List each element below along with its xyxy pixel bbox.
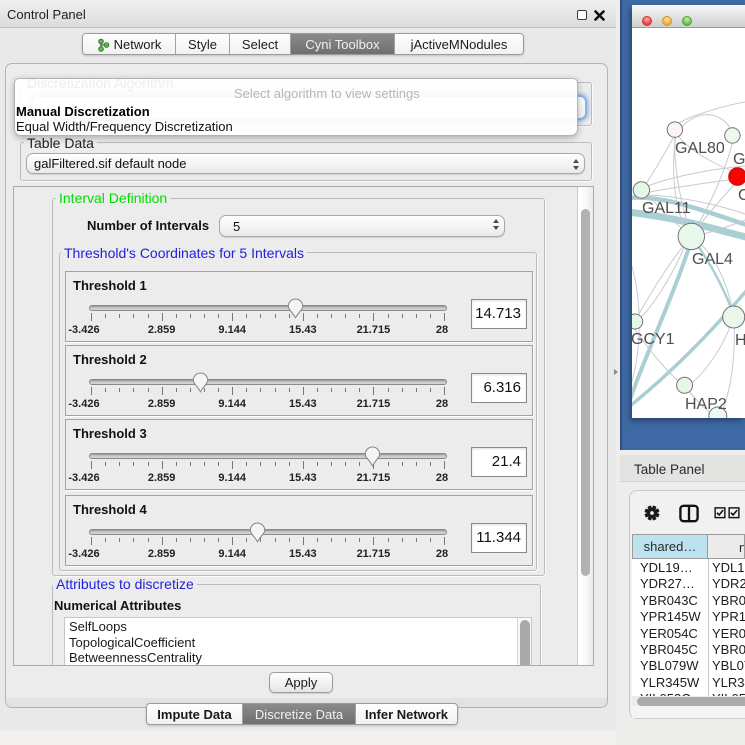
svg-text:GAL80: GAL80 [675, 140, 725, 157]
svg-text:C: C [738, 187, 745, 204]
svg-text:GAL4: GAL4 [692, 251, 733, 268]
svg-text:HAP2: HAP2 [685, 396, 727, 413]
svg-text:GAL11: GAL11 [642, 200, 691, 217]
svg-text:H: H [735, 332, 745, 349]
svg-text:GA: GA [733, 151, 745, 168]
svg-text:GCY1: GCY1 [632, 331, 675, 348]
